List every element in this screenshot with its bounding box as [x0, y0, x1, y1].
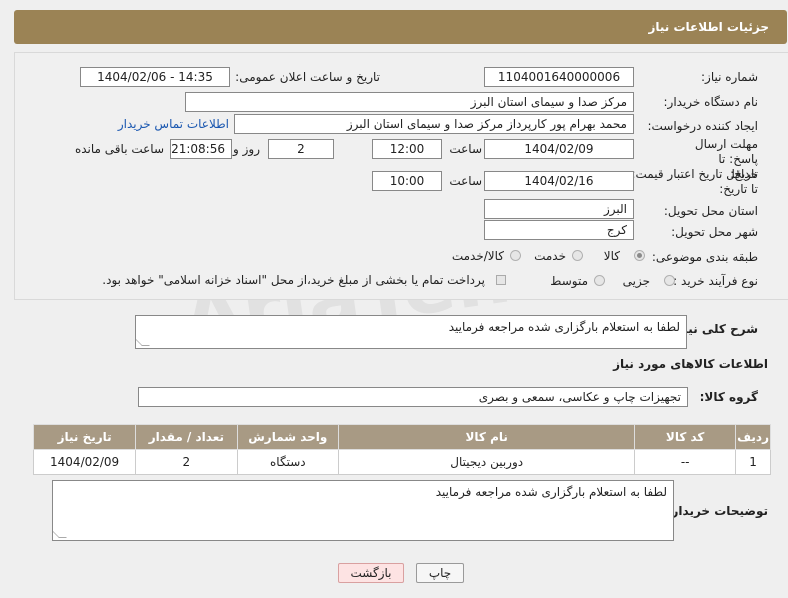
cell-code: -- — [634, 449, 737, 475]
category-radio-goods-service[interactable] — [510, 250, 521, 261]
col-code: کد کالا — [634, 424, 737, 450]
category-radio-goods[interactable] — [634, 250, 645, 261]
goods-section-title: اطلاعات کالاهای مورد نیاز — [613, 357, 768, 371]
buyer-notes-label: توضیحات خریدار: — [666, 504, 768, 518]
print-button[interactable]: چاپ — [416, 563, 464, 583]
col-qty: تعداد / مقدار — [135, 424, 238, 450]
goods-group-field[interactable]: تجهیزات چاپ و عکاسی، سمعی و بصری — [138, 387, 688, 407]
category-option-goods-service: کالا/خدمت — [451, 249, 504, 263]
category-label: طبقه بندی موضوعی: — [651, 250, 758, 264]
creator-field[interactable]: محمد بهرام پور کارپرداز مرکز صدا و سیمای… — [234, 114, 634, 134]
treasury-payment-checkbox[interactable] — [496, 275, 506, 285]
deadline-time-field[interactable]: 12:00 — [372, 139, 442, 159]
description-textarea[interactable]: لطفا به استعلام بارگزاری شده مراجعه فرما… — [135, 315, 687, 349]
category-option-service: خدمت — [534, 249, 566, 263]
cell-name: دوربین دیجیتال — [338, 449, 636, 475]
contact-info-link[interactable]: اطلاعات تماس خریدار — [118, 117, 229, 131]
province-field[interactable]: البرز — [484, 199, 634, 219]
creator-label: ایجاد کننده درخواست: — [647, 119, 758, 133]
remaining-time-field[interactable]: 21:08:56 — [170, 139, 232, 159]
process-option-medium: متوسط — [550, 274, 588, 288]
city-field[interactable]: کرج — [484, 220, 634, 240]
need-number-field[interactable]: 1104001640000006 — [484, 67, 634, 87]
city-label: شهر محل تحویل: — [671, 225, 758, 239]
col-unit: واحد شمارش — [236, 424, 340, 450]
days-label: روز و — [233, 142, 260, 156]
treasury-payment-note: پرداخت تمام یا بخشی از مبلغ خرید،از محل … — [102, 273, 485, 287]
days-remaining-field[interactable]: 2 — [268, 139, 334, 159]
col-date: تاریخ نیاز — [32, 424, 137, 450]
remaining-time-label: ساعت باقی مانده — [74, 142, 164, 156]
deadline-time-label: ساعت — [449, 142, 482, 156]
validity-time-label: ساعت — [449, 174, 482, 188]
process-radio-minor[interactable] — [664, 275, 675, 286]
deadline-date-field[interactable]: 1404/02/09 — [484, 139, 634, 159]
category-option-goods: کالا — [603, 249, 620, 263]
process-type-label: نوع فرآیند خرید : — [673, 274, 758, 288]
category-radio-service[interactable] — [572, 250, 583, 261]
province-label: استان محل تحویل: — [663, 204, 758, 218]
goods-group-label: گروه کالا: — [699, 390, 758, 404]
cell-row: 1 — [735, 449, 771, 475]
col-name: نام کالا — [338, 424, 636, 450]
process-option-minor: جزیی — [622, 274, 650, 288]
need-number-label: شماره نیاز: — [701, 70, 758, 84]
table-row[interactable]: 1 -- دوربین دیجیتال دستگاه 2 1404/02/09 — [32, 449, 771, 475]
goods-table: ردیف کد کالا نام کالا واحد شمارش تعداد /… — [32, 424, 771, 475]
validity-time-field[interactable]: 10:00 — [372, 171, 442, 191]
col-row: ردیف — [735, 424, 771, 450]
goods-table-header: ردیف کد کالا نام کالا واحد شمارش تعداد /… — [32, 424, 771, 450]
cell-date: 1404/02/09 — [32, 449, 137, 475]
buyer-notes-textarea[interactable]: لطفا به استعلام بارگزاری شده مراجعه فرما… — [52, 480, 674, 541]
buyer-org-field[interactable]: مرکز صدا و سیمای استان البرز — [185, 92, 634, 112]
cell-unit: دستگاه — [236, 449, 340, 475]
announce-label: تاریخ و ساعت اعلان عمومی: — [235, 70, 380, 84]
page-header: جزئیات اطلاعات نیاز — [14, 10, 787, 44]
cell-qty: 2 — [135, 449, 238, 475]
validity-label: حداقل تاریخ اعتبار قیمت: تا تاریخ: — [631, 167, 758, 196]
validity-date-field[interactable]: 1404/02/16 — [484, 171, 634, 191]
announce-field[interactable]: 1404/02/06 - 14:35 — [80, 67, 230, 87]
back-button[interactable]: بازگشت — [338, 563, 404, 583]
buyer-org-label: نام دستگاه خریدار: — [663, 95, 759, 109]
process-radio-medium[interactable] — [594, 275, 605, 286]
page-title: جزئیات اطلاعات نیاز — [648, 20, 769, 34]
